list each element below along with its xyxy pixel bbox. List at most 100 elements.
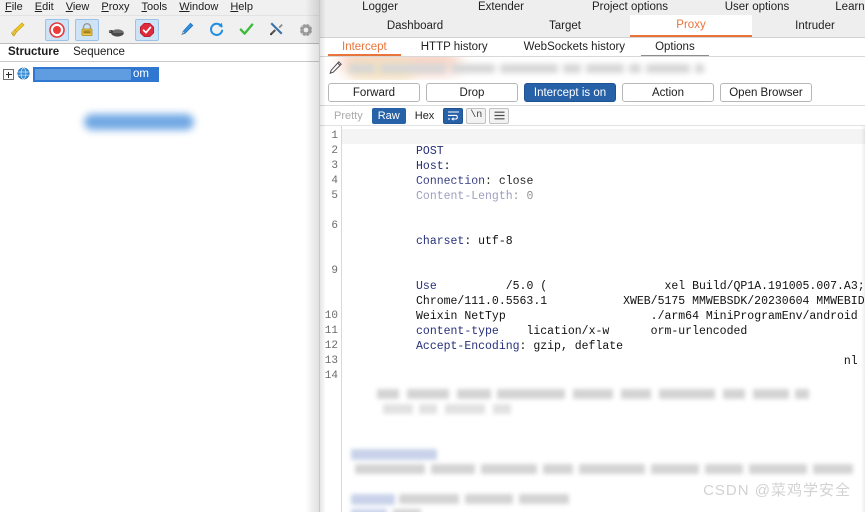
tab-dashboard[interactable]: Dashboard [360,15,470,37]
site-tree: om [0,62,319,513]
top-tab-row-2: Dashboard Target Proxy Intruder [320,15,865,38]
request-line-wrapped: Weixin NetTyp ./arm64 MiniProgramEnv/and… [347,294,865,309]
record-icon[interactable] [45,19,69,41]
settings-gear-icon[interactable] [294,19,318,41]
request-line: Accept-Encoding: gzip, deflate [347,324,865,339]
tab-extender[interactable]: Extender [455,0,547,15]
main-toolbar [0,16,319,44]
drop-button[interactable]: Drop [426,83,518,102]
tab-structure[interactable]: Structure [6,46,61,61]
top-tab-row-1: Logger Extender Project options User opt… [320,0,865,15]
turtle-icon[interactable] [105,19,129,41]
forward-button[interactable]: Forward [328,83,420,102]
request-line: nl [347,339,865,354]
menu-tools[interactable]: Tools [142,1,168,14]
line-number: 11 [320,324,341,339]
line-number: 12 [320,339,341,354]
hex-button[interactable]: Hex [409,108,441,124]
menu-file[interactable]: File [5,1,23,14]
request-line-wrapped: Chrome/111.0.5563.1 XWEB/5175 MMWEBSDK/2… [347,279,865,294]
tab-intercept[interactable]: Intercept [328,38,401,56]
pen-icon[interactable] [174,19,198,41]
line-number [320,294,341,309]
redacted-request-title [349,64,704,73]
proxy-window: Logger Extender Project options User opt… [320,0,865,512]
line-number: 9 [320,264,341,279]
line-number: 1 [320,129,341,144]
request-line: POST ...................................… [347,129,865,144]
line12-tail: nl [844,355,858,368]
pretty-button[interactable]: Pretty [328,108,369,124]
redaction-blur [84,114,194,130]
tab-learn[interactable]: Learn [820,0,865,15]
tools-icon[interactable] [264,19,288,41]
line-number: 10 [320,309,341,324]
menu-edit[interactable]: Edit [35,1,54,14]
pencil-icon [328,60,343,78]
line-number: 6 [320,219,341,234]
line-number: 5 [320,189,341,204]
menu-view[interactable]: View [66,1,90,14]
stop-check-icon[interactable] [135,19,159,41]
header-name: Host [416,160,444,173]
line-number [320,204,341,219]
word-wrap-icon[interactable] [443,108,463,124]
request-line: content-type lication/x-w orm-urlencoded [347,309,865,324]
line-number: 14 [320,369,341,384]
header-value: : utf-8 [464,235,512,248]
raw-button[interactable]: Raw [372,108,406,124]
tab-user-options[interactable]: User options [702,0,812,15]
header-name: charset [416,235,464,248]
request-line: charset: utf-8 [347,219,865,234]
line-number [320,234,341,249]
csdn-watermark: CSDN @菜鸡学安全 [703,479,851,500]
globe-icon [17,67,30,83]
left-main-window: File Edit View Proxy Tools Window Help [0,0,320,512]
tab-target[interactable]: Target [510,15,620,37]
action-button[interactable]: Action [622,83,714,102]
line-number: 2 [320,144,341,159]
line-number-gutter: 1 2 3 4 5 6 9 10 11 12 13 14 [320,126,342,512]
request-line [347,369,865,384]
tab-websockets-history[interactable]: WebSockets history [508,38,641,56]
left-panel-tabs: Structure Sequence [0,44,319,62]
request-editor[interactable]: 1 2 3 4 5 6 9 10 11 12 13 14 [320,126,865,512]
header-value: : [444,160,451,173]
line-number: 13 [320,354,341,369]
refresh-icon[interactable] [204,19,228,41]
line-number: 4 [320,174,341,189]
lock-icon[interactable] [75,19,99,41]
proxy-sub-tabs: Intercept HTTP history WebSockets histor… [320,38,865,57]
tab-intruder[interactable]: Intruder [770,15,860,37]
tab-options[interactable]: Options [641,38,709,56]
tab-http-history[interactable]: HTTP history [401,38,508,56]
request-title-strip [320,57,865,80]
broom-icon[interactable] [6,19,30,41]
menu-proxy[interactable]: Proxy [101,1,129,14]
tab-sequence[interactable]: Sequence [71,46,127,61]
intercept-toggle-button[interactable]: Intercept is on [524,83,616,102]
menu-bar: File Edit View Proxy Tools Window Help [0,0,319,16]
menu-window[interactable]: Window [179,1,218,14]
check-icon[interactable] [234,19,258,41]
line-number [320,279,341,294]
line-number [320,249,341,264]
tab-logger[interactable]: Logger [340,0,420,15]
tab-project-options[interactable]: Project options [570,0,690,15]
tree-row[interactable]: om [0,66,319,83]
menu-help[interactable]: Help [230,1,253,14]
intercept-action-bar: Forward Drop Intercept is on Action Open… [320,80,865,106]
tree-item-label[interactable]: om [33,67,159,82]
tab-proxy[interactable]: Proxy [630,15,752,37]
request-code[interactable]: POST ...................................… [342,126,865,512]
blur-smear [342,186,666,210]
expand-icon[interactable] [3,69,14,80]
message-format-bar: Pretty Raw Hex \n [320,106,865,126]
newline-icon[interactable]: \n [466,108,486,124]
request-line: Use /5.0 ( xel Build/QP1A.191005.007.A3;… [347,264,865,279]
tree-item-suffix: om [133,67,149,82]
burp-suite-window: File Edit View Proxy Tools Window Help [0,0,865,512]
request-line: Host: [347,144,865,159]
hamburger-menu-icon[interactable] [489,108,509,124]
open-browser-button[interactable]: Open Browser [720,83,812,102]
